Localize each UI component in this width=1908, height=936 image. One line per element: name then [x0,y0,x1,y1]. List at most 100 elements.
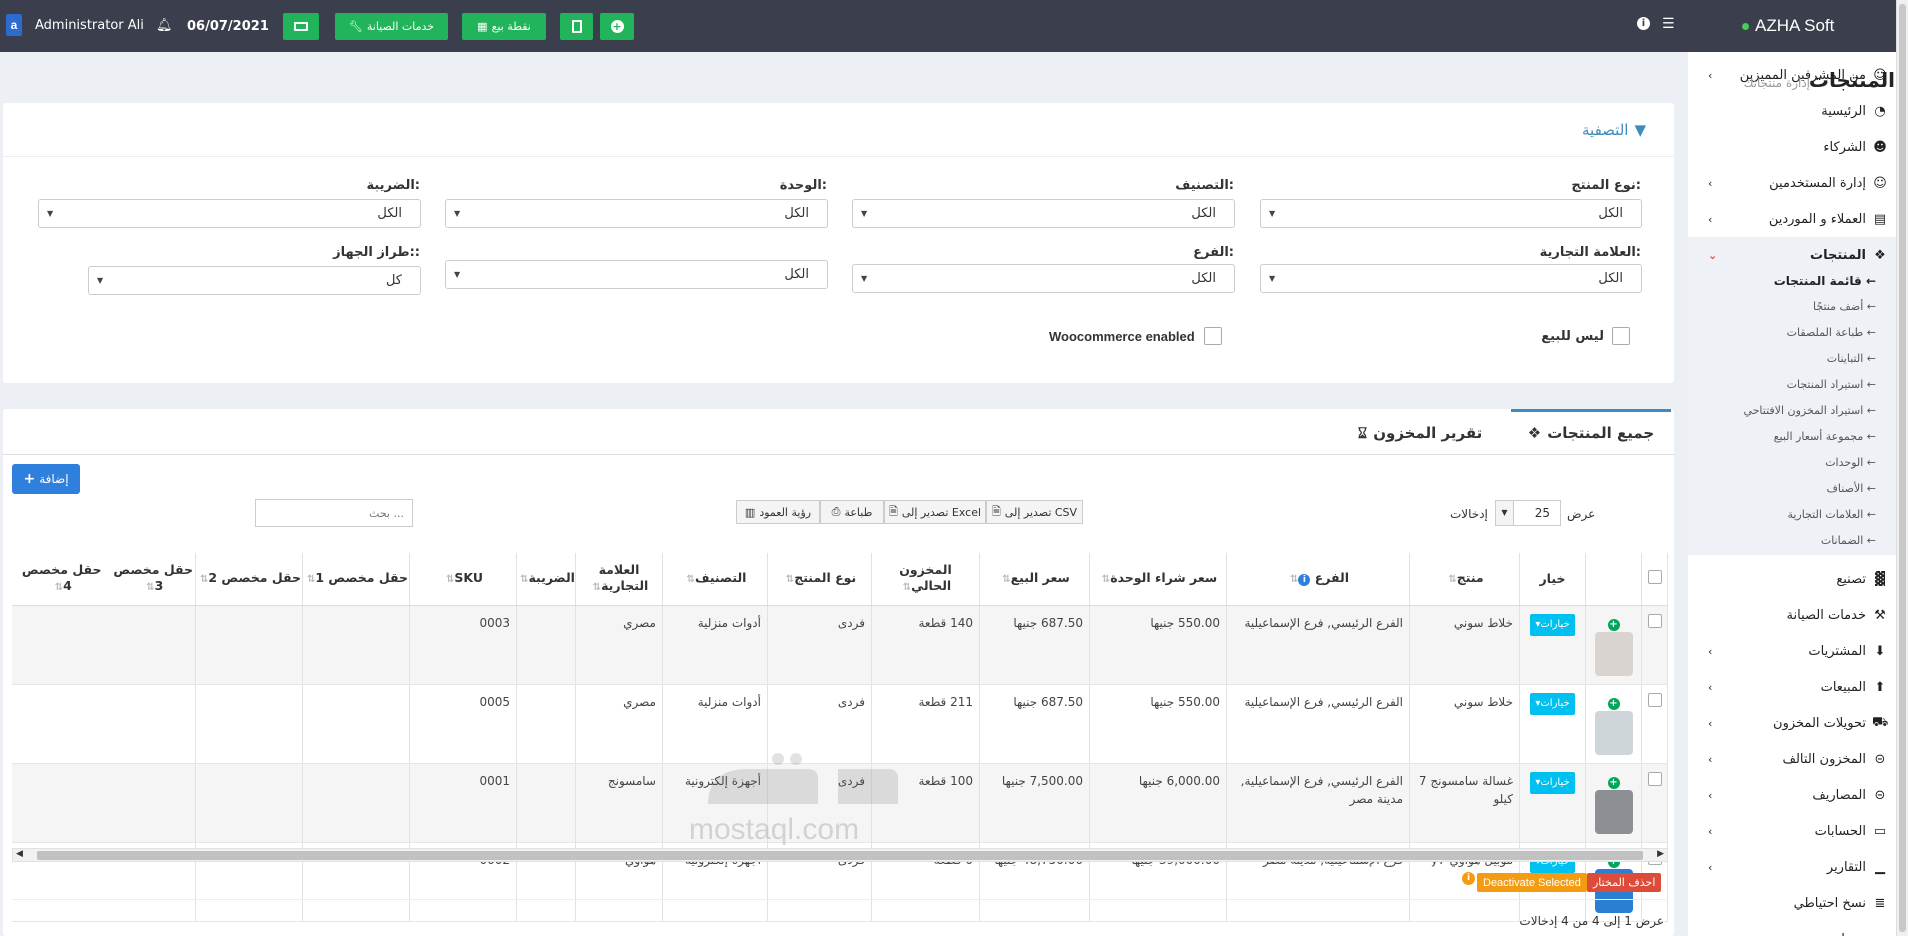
sidebar-item[interactable]: خدمات الصيانة ⚒ [1688,597,1896,633]
user-name[interactable]: Administrator Ali [35,18,144,33]
product-image[interactable]: + [1585,763,1642,843]
print-button[interactable]: ⎙ طباعة [820,500,884,524]
pos-button[interactable]: ▦ نقطة بيع [462,13,546,40]
expand-row-icon[interactable]: + [1607,697,1620,710]
menu-toggle-icon[interactable]: ☰ [1662,16,1675,32]
sidebar-subitem[interactable]: الأصناف ← [1688,477,1896,503]
sidebar-subitem[interactable]: الوحدات ← [1688,451,1896,477]
options-cell[interactable]: خيارات▾ [1519,605,1586,685]
custom-field-1-header[interactable]: حقل مخصص 1⇅ [302,553,410,606]
page-size-select[interactable]: 25 ▼ [1495,500,1561,526]
options-cell[interactable]: خيارات▾ [1519,763,1586,843]
product-header[interactable]: منتج⇅ [1409,553,1520,606]
row-select[interactable] [1641,684,1668,764]
sku-header[interactable]: SKU⇅ [409,553,517,606]
product-type-header[interactable]: نوع المنتج⇅ [767,553,872,606]
sidebar-item[interactable]: وحدات ⌁ [1688,921,1896,936]
bell-icon[interactable]: 🔔︎ [156,18,173,33]
custom-field-4-header[interactable]: حقل مخصص 4⇅ [12,553,112,606]
options-dropdown-button[interactable]: خيارات▾ [1530,771,1575,794]
amazon-icon[interactable]: a [6,14,22,36]
options-dropdown-button[interactable]: خيارات▾ [1530,613,1575,636]
sidebar-item[interactable]: المشتريات ⬇ ‹ [1688,633,1896,669]
sidebar-subitem[interactable]: مجموعة أسعار البيع ← [1688,425,1896,451]
sidebar-item[interactable]: المصاريف ⊝ ‹ [1688,777,1896,813]
tax-header[interactable]: الضريبة⇅ [516,553,576,606]
sidebar-subitem[interactable]: قائمة المنتجات ← [1688,269,1896,295]
maintenance-services-button[interactable]: 🔧︎ خدمات الصيانة [335,13,448,40]
scrollbar-thumb[interactable] [1899,4,1906,932]
sidebar-item[interactable]: تصنيع ▓ [1688,561,1896,597]
column-visibility-button[interactable]: ▥ رؤية العمود [736,500,820,524]
sidebar-item[interactable]: تحويلات المخزون ⛟ ‹ [1688,705,1896,741]
sidebar-item[interactable]: الرئيسية ◔ [1688,93,1896,129]
deactivate-selected-button[interactable]: Deactivate Selected [1477,873,1587,892]
row-select[interactable] [1641,763,1668,843]
sidebar-item[interactable]: الشركاء ☻ [1688,129,1896,165]
device-model-select[interactable]: ▼ كل [88,266,421,295]
sidebar-item[interactable]: العملاء و الموردين ▤ ‹ [1688,201,1896,237]
row-select[interactable] [1641,605,1668,685]
branch-header[interactable]: الفرع i⇅ [1226,553,1410,606]
cash-register-button[interactable] [283,13,319,40]
tax-select[interactable]: ▼ الكل [38,199,421,228]
sidebar-subitem[interactable]: استيراد المنتجات ← [1688,373,1896,399]
scroll-left-icon[interactable]: ◀ [16,849,23,859]
filters-header[interactable]: التصفية ▼ [1582,121,1646,139]
row-checkbox[interactable] [1647,692,1662,707]
current-stock-header[interactable]: المخزون الحالي⇅ [871,553,980,606]
page-scrollbar[interactable] [1896,0,1908,936]
extra-filter-select[interactable]: ▼ الكل [445,260,828,289]
sidebar-subitem[interactable]: طباعة الملصقات ← [1688,321,1896,347]
info-icon[interactable]: i [1637,17,1650,30]
add-quick-button[interactable]: + [600,13,634,40]
custom-field-3-header[interactable]: حقل مخصص 3⇅ [111,553,196,606]
custom-field-2-header[interactable]: حقل مخصص 2⇅ [195,553,303,606]
woocommerce-checkbox[interactable] [1204,327,1222,345]
row-checkbox[interactable] [1647,771,1662,786]
tab-all-products[interactable]: ❖ جميع المنتجات [1511,409,1671,454]
search-input[interactable] [255,499,413,527]
sidebar-subitem[interactable]: أضف منتجًا ← [1688,295,1896,321]
sidebar-item[interactable]: المنتجات ❖ ⌄ [1688,237,1896,273]
sell-price-header[interactable]: سعر البيع⇅ [979,553,1090,606]
calculator-button[interactable] [560,13,593,40]
branch-select[interactable]: ▼ الكل [852,264,1235,293]
table-row[interactable]: + خيارات▾ خلاط سوني الفرع الرئيسي, فرع الإ… [12,605,1668,685]
table-horizontal-scrollbar[interactable]: ◀ ▶ [12,848,1668,862]
sidebar-item[interactable]: إدارة المستخدمين ☺ ‹ [1688,165,1896,201]
category-header[interactable]: التصنيف⇅ [662,553,768,606]
tab-stock-report[interactable]: ⌛︎ تقرير المخزون [1350,412,1490,454]
sidebar-subitem[interactable]: التباينات ← [1688,347,1896,373]
product-image[interactable]: + [1585,605,1642,685]
not-for-sale-checkbox[interactable] [1612,327,1630,345]
product-type-select[interactable]: ▼ الكل [1260,199,1642,228]
sidebar-subitem[interactable]: العلامات التجارية ← [1688,503,1896,529]
expand-row-icon[interactable]: + [1607,618,1620,631]
options-dropdown-button[interactable]: خيارات▾ [1530,692,1575,715]
export-csv-button[interactable]: 🗎︎ تصدير إلى CSV [986,500,1083,524]
purchase-price-header[interactable]: سعر شراء الوحدة⇅ [1089,553,1227,606]
delete-selected-button[interactable]: احذف المختار [1587,873,1662,892]
category-select[interactable]: ▼ الكل [852,199,1235,228]
sidebar-item[interactable]: المبيعات ⬆ ‹ [1688,669,1896,705]
brand-logo[interactable]: AZHA Soft [1688,0,1908,52]
product-image[interactable]: + [1585,684,1642,764]
options-cell[interactable]: خيارات▾ [1519,684,1586,764]
sidebar-item[interactable]: نسخ احتياطي ≣ [1688,885,1896,921]
info-icon[interactable]: i [1462,872,1475,885]
select-all-checkbox[interactable] [1647,569,1662,584]
brand-select[interactable]: ▼ الكل [1260,264,1642,293]
export-excel-button[interactable]: 🗎︎ تصدير إلى Excel [884,500,986,524]
row-checkbox[interactable] [1647,613,1662,628]
sidebar-subitem[interactable]: استيراد المخزون الافتتاحي ← [1688,399,1896,425]
sidebar-item[interactable]: المخزون التالف ⊝ ‹ [1688,741,1896,777]
brand-header[interactable]: العلامة التجارية⇅ [575,553,663,606]
sidebar-item[interactable]: التقارير ▁ ‹ [1688,849,1896,885]
unit-select[interactable]: ▼ الكل [445,199,828,228]
sidebar-subitem[interactable]: الضمانات ← [1688,529,1896,555]
horizontal-scroll-thumb[interactable] [37,851,1643,860]
sidebar-item[interactable]: الحسابات ▭ ‹ [1688,813,1896,849]
scroll-right-icon[interactable]: ▶ [1657,849,1664,859]
add-product-button[interactable]: + إضافة [12,464,80,494]
